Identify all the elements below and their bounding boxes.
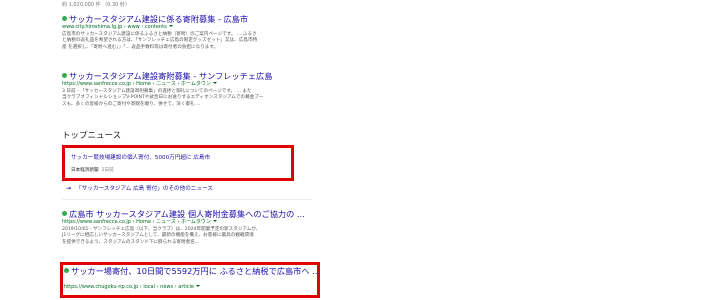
result-stats: 約 1,020,000 件 （0.30 秒） [62,2,130,8]
result-url[interactable]: www.city.hiroshima.lg.jp › www › content… [62,24,312,31]
chevron-down-icon[interactable] [168,25,173,27]
top-news-heading: トップニュース [62,131,122,141]
result-url[interactable]: https://www.sanfrecce.co.jp › Home › ニュー… [62,219,312,226]
result-title-link[interactable]: 広島市 サッカースタジアム建設 個人寄附金募集へのご協力の ... [62,209,312,219]
arrow-right-icon: → [66,185,72,192]
news-card-highlight: サッカー競技場建設の個人寄付、5000万円超に 広島市 日本経済新聞 2日前 [62,145,294,181]
verified-icon [62,211,67,216]
chevron-down-icon[interactable] [212,220,217,222]
news-source: 日本経済新聞 2日前 [71,168,114,173]
result-title-link[interactable]: サッカー場寄付、10日間で5592万円に ふるさと納税で広島市へ ... [64,266,320,276]
result-title-link[interactable]: サッカースタジアム建設に係る寄附募集 - 広島市 [62,14,312,24]
search-result: 広島市 サッカースタジアム建設 個人寄附金募集へのご協力の ... https:… [62,209,312,246]
news-title-link[interactable]: サッカー競技場建設の個人寄付、5000万円超に 広島市 [71,153,210,161]
verified-icon [64,268,69,273]
result-title-link[interactable]: サッカースタジアム建設寄附募集 - サンフレッチェ広島 [62,71,312,81]
result-url[interactable]: https://www.sanfrecce.co.jp › Home › ニュー… [62,81,312,88]
more-news-link[interactable]: → 「サッカースタジアム 広島 寄付」のその他のニュース [66,184,213,192]
result-snippet: 2019/10/01 - サンフレッチェ広島（以下、当クラブ）は、2024年開業… [62,227,261,245]
chevron-down-icon[interactable] [195,285,200,287]
result-snippet: 広島市のサッカースタジアム建設に係るふるさと納税（寄附）のご案内ページです。 .… [62,32,258,50]
search-result: サッカー場寄付、10日間で5592万円に ふるさと納税で広島市へ ... htt… [64,266,320,291]
result-snippet: 3 日前 - 「サッカースタジアム建設寄附募集」の進捗と御礼についてのページです… [62,89,264,107]
verified-icon [62,73,67,78]
search-result: サッカースタジアム建設に係る寄附募集 - 広島市 www.city.hirosh… [62,14,312,51]
divider [62,199,312,200]
chevron-down-icon[interactable] [212,82,217,84]
verified-icon [62,16,67,21]
search-result: サッカースタジアム建設寄附募集 - サンフレッチェ広島 https://www.… [62,71,312,108]
result-url[interactable]: https://www.chugoku-np.co.jp › local › n… [64,284,314,291]
news-age: 2日前 [101,168,114,173]
